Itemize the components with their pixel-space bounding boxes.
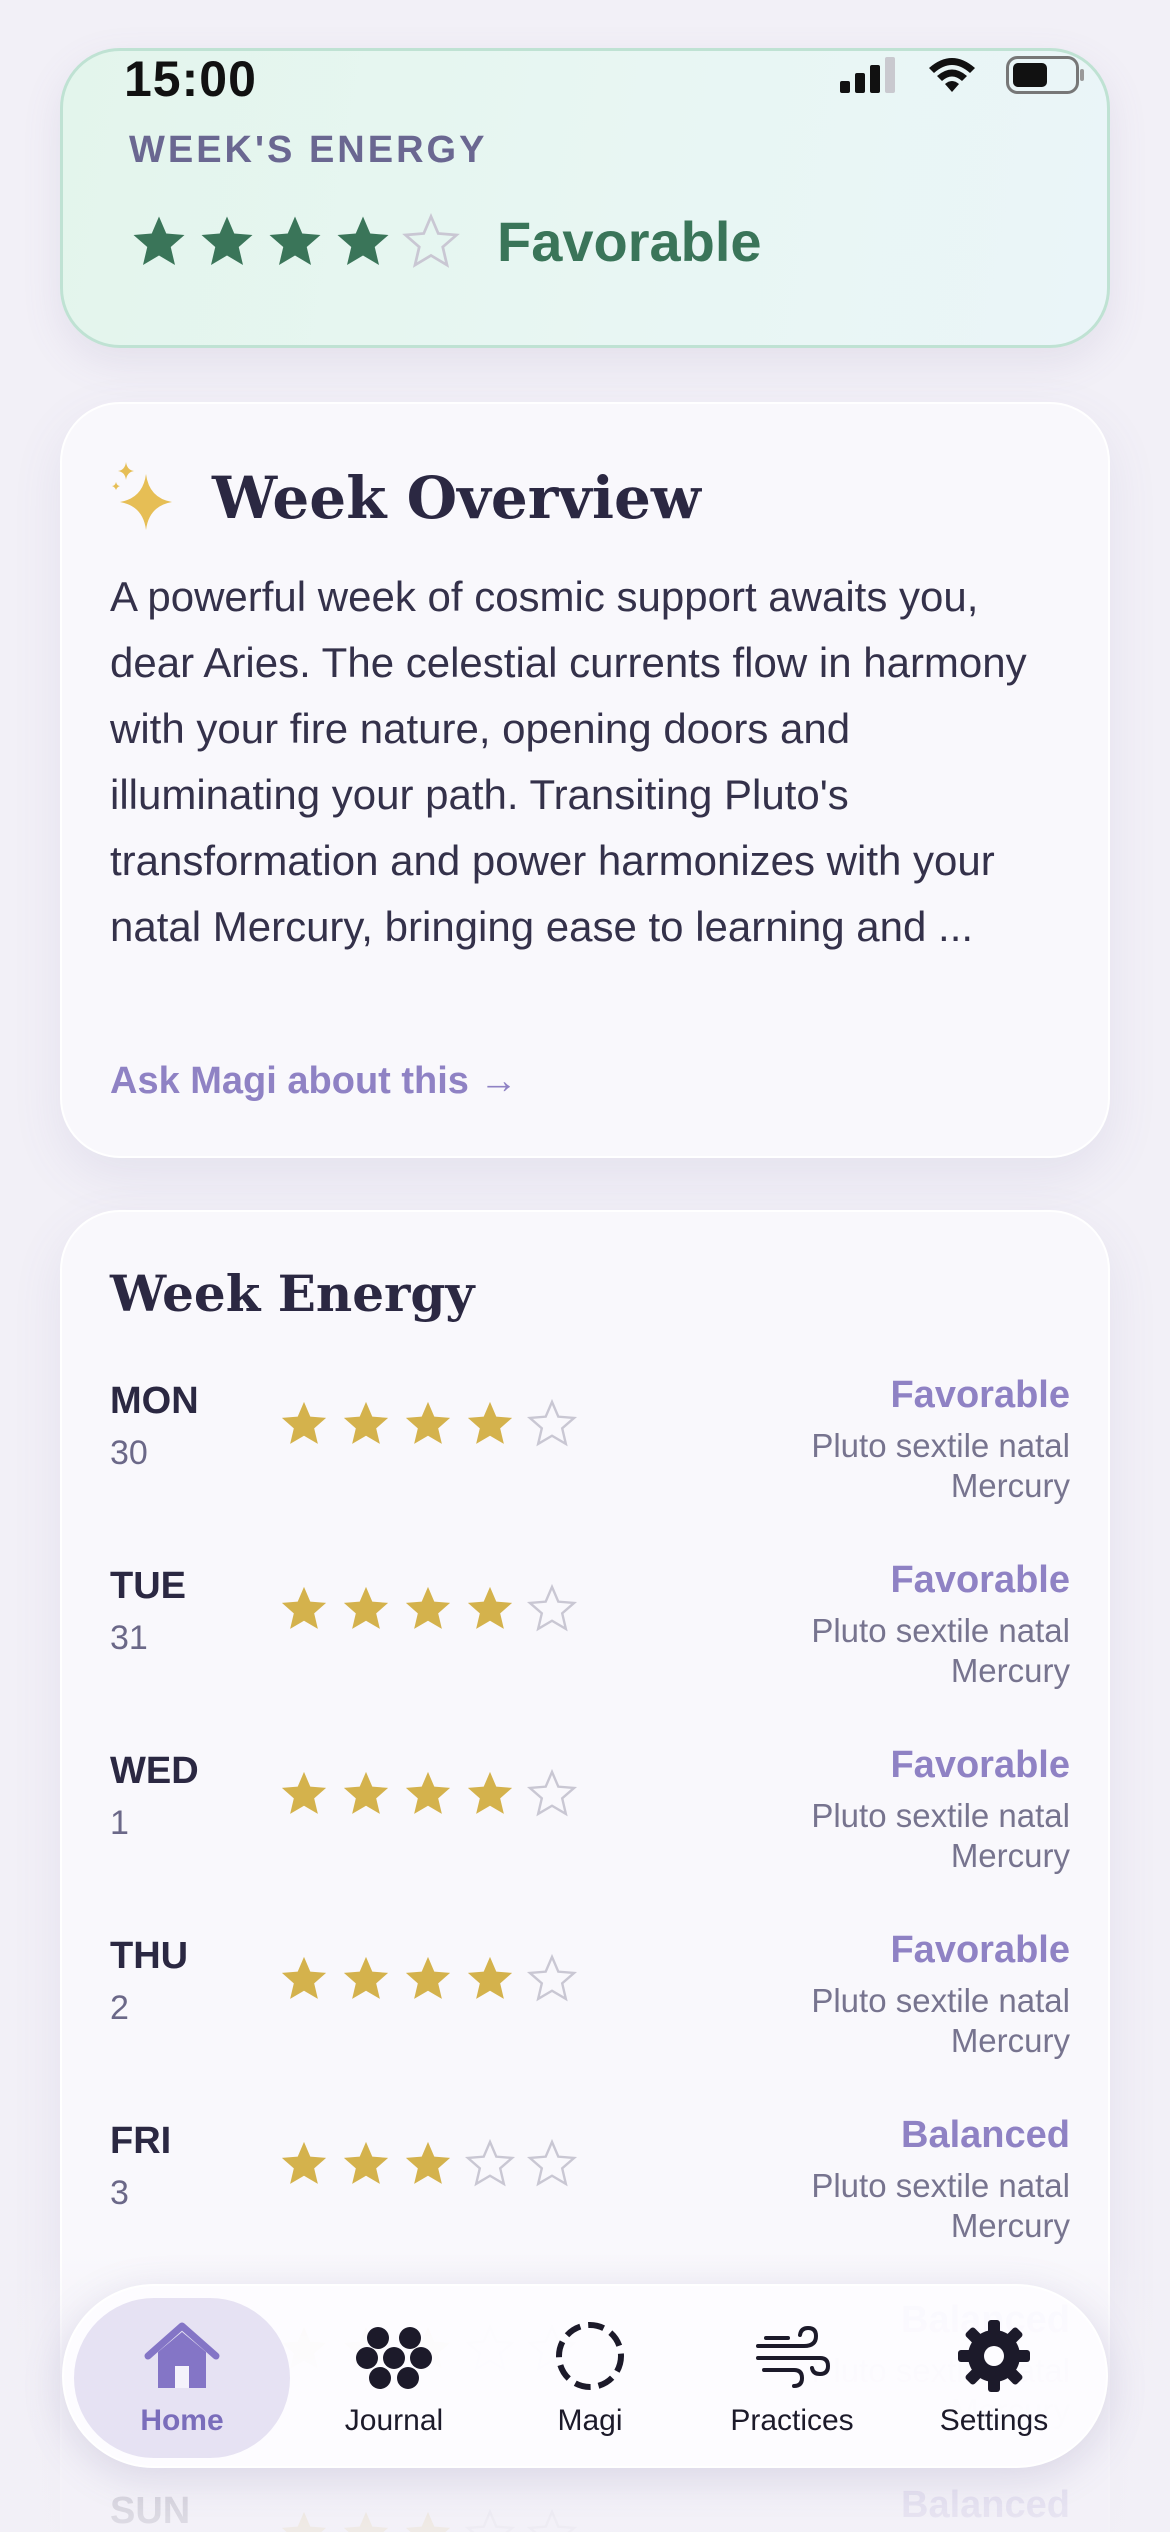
day-date: 31 [110,1619,148,1657]
day-stars [278,2138,578,2190]
energy-rating-row: Favorable [129,209,762,274]
home-icon [144,2322,220,2388]
day-rating: Favorable [890,1374,1070,1416]
star-filled-icon [281,1401,327,1444]
star-filled-icon [269,216,321,265]
day-aspect: Pluto sextile natal Mercury [811,1797,1070,1874]
overview-title: Week Overview [212,463,701,532]
tab-label: Magi [557,2404,623,2437]
star-filled-icon [467,1401,513,1444]
status-time: 15:00 [124,51,257,107]
day-stars [278,1583,578,1635]
star-filled-icon [467,1586,513,1629]
overview-header: Week Overview [112,460,701,535]
day-row[interactable]: THU 2 Favorable Pluto sextile natal Mercury [110,1929,1070,2085]
day-aspect: Pluto sextile natal Mercury [811,1982,1070,2059]
energy-stars [129,212,461,272]
day-row[interactable]: TUE 31 Favorable Pluto sextile natal Mercur… [110,1559,1070,1715]
star-empty-icon [402,212,460,268]
week-overview-card: Week Overview A powerful week of cosmic … [60,402,1110,1158]
tab-bar: Home Journal Magi Practices Settings [62,2284,1108,2468]
screen: WEEK'S ENERGY Favorable 15:00 Week Overv… [0,0,1170,2532]
star-empty-icon [464,2138,516,2187]
star-empty-icon [526,1768,578,1817]
star-filled-icon [405,2141,451,2184]
sparkles-icon [112,460,176,535]
battery-icon [1006,56,1084,94]
star-empty-icon [526,1953,578,2002]
star-filled-icon [343,2141,389,2184]
day-rating: Favorable [890,1559,1070,1601]
day-aspect: Pluto sextile natal Mercury [811,2167,1070,2244]
day-date: 30 [110,1434,148,1472]
day-stars [278,1398,578,1450]
wifi-icon [929,58,975,92]
day-row[interactable]: MON 30 Favorable Pluto sextile natal Mercur… [110,1374,1070,1530]
tab-label: Practices [730,2404,854,2437]
wind-icon [756,2325,831,2388]
day-aspect: Pluto sextile natal Mercury [811,1612,1070,1689]
star-filled-icon [405,1401,451,1444]
day-date: 3 [110,2174,129,2212]
day-row[interactable]: FRI 3 Balanced Pluto sextile natal Mercury [110,2114,1070,2270]
gear-icon [958,2320,1030,2392]
star-empty-icon [526,1398,578,1447]
star-filled-icon [343,1771,389,1814]
journal-icon [356,2327,432,2389]
star-filled-icon [343,1401,389,1444]
tab-journal[interactable]: Journal [286,2298,502,2458]
day-name: TUE [110,1565,186,1607]
status-bar: 15:00 [0,0,1170,150]
energy-rating-label: Favorable [497,210,762,273]
tab-label: Journal [344,2404,444,2437]
star-filled-icon [337,216,389,265]
star-filled-icon [405,1771,451,1814]
star-filled-icon [467,1956,513,1999]
magi-icon [556,2322,624,2390]
day-stars [278,1953,578,2005]
star-filled-icon [201,216,253,265]
star-filled-icon [467,1771,513,1814]
day-stars [278,1768,578,1820]
day-rating: Favorable [890,1929,1070,1971]
star-filled-icon [281,1956,327,1999]
tab-settings[interactable]: Settings [886,2298,1102,2458]
day-date: 2 [110,1989,129,2027]
week-energy-title: Week Energy [110,1264,475,1323]
cellular-signal-icon [840,57,895,93]
ask-magi-link[interactable]: Ask Magi about this → [110,1060,517,1103]
tab-home[interactable]: Home [74,2298,290,2458]
tab-practices[interactable]: Practices [684,2298,900,2458]
star-filled-icon [281,2141,327,2184]
day-aspect: Pluto sextile natal Mercury [811,1427,1070,1504]
day-date: 1 [110,1804,129,1842]
star-filled-icon [343,1956,389,1999]
day-rating: Favorable [890,1744,1070,1786]
status-icons [840,56,1086,94]
day-name: MON [110,1380,199,1422]
star-empty-icon [526,2138,578,2187]
star-filled-icon [133,216,185,265]
star-filled-icon [405,1956,451,1999]
day-row[interactable]: WED 1 Favorable Pluto sextile natal Mercury [110,1744,1070,1900]
star-filled-icon [405,1586,451,1629]
tab-label: Settings [939,2404,1049,2437]
overview-text: A powerful week of cosmic support awaits… [110,573,1027,950]
tab-magi[interactable]: Magi [482,2298,698,2458]
star-filled-icon [343,1586,389,1629]
day-name: THU [110,1935,189,1977]
star-filled-icon [281,1771,327,1814]
day-rating: Balanced [901,2114,1070,2156]
star-empty-icon [526,1583,578,1632]
tab-label: Home [140,2404,224,2437]
star-filled-icon [281,1586,327,1629]
day-name: FRI [110,2120,172,2162]
day-name: WED [110,1750,199,1792]
